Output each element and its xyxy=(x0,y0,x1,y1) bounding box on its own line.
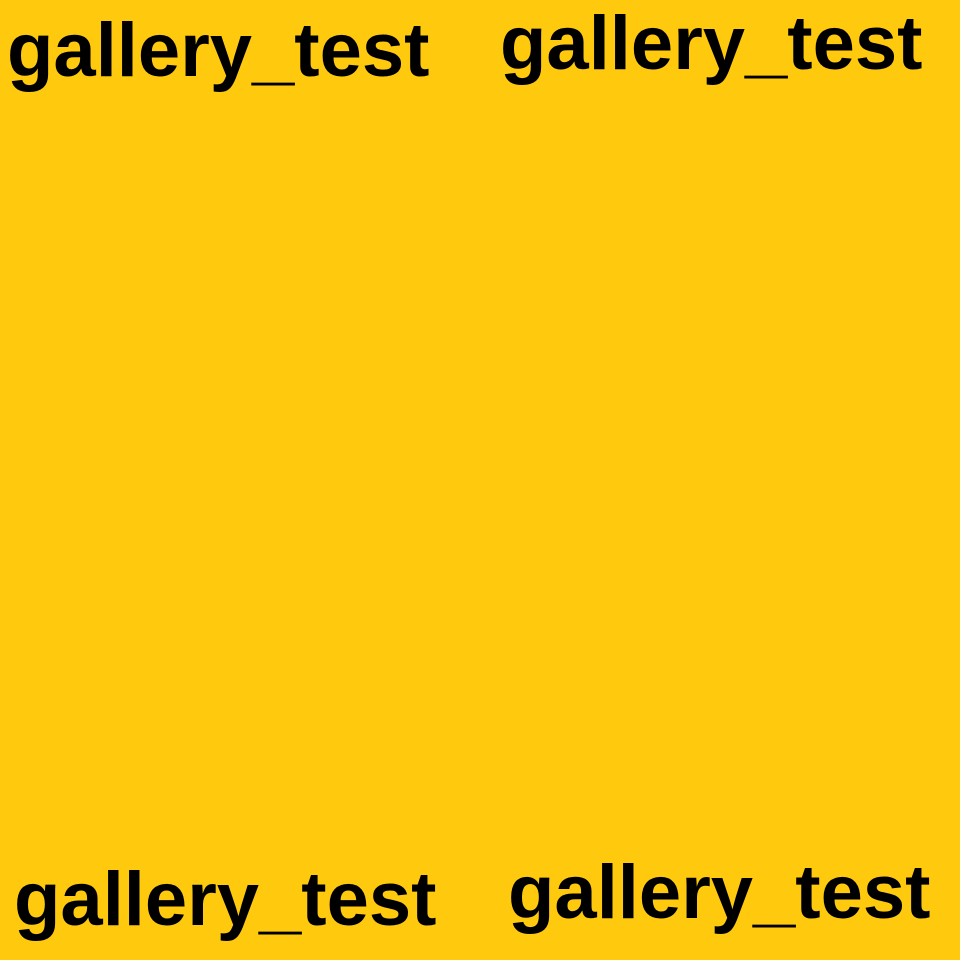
label-top-right: gallery_test xyxy=(500,1,923,86)
label-top-left: gallery_test xyxy=(7,8,430,93)
label-bottom-left: gallery_test xyxy=(14,857,437,942)
label-bottom-right: gallery_test xyxy=(508,850,931,935)
gallery-canvas: gallery_test gallery_test gallery_test g… xyxy=(0,0,960,960)
